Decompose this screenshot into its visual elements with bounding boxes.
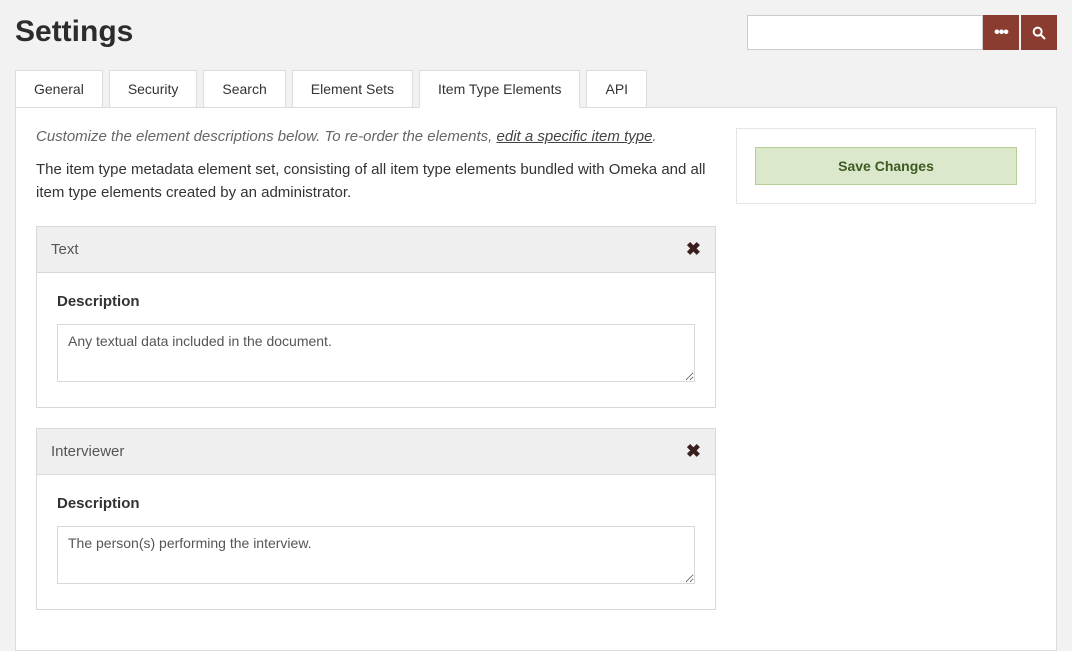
tab-security[interactable]: Security bbox=[109, 70, 198, 108]
close-icon[interactable]: ✖ bbox=[686, 239, 701, 260]
intro-body: The item type metadata element set, cons… bbox=[36, 159, 716, 204]
search-submit-button[interactable] bbox=[1021, 15, 1057, 50]
intro-tail: . bbox=[652, 128, 656, 145]
search-icon bbox=[1031, 25, 1047, 41]
close-icon[interactable]: ✖ bbox=[686, 441, 701, 462]
tab-general[interactable]: General bbox=[15, 70, 103, 108]
search-options-button[interactable]: ••• bbox=[983, 15, 1019, 50]
tabs: General Security Search Element Sets Ite… bbox=[0, 50, 1072, 108]
page-title: Settings bbox=[15, 15, 133, 49]
description-label: Description bbox=[57, 495, 695, 512]
save-panel: Save Changes bbox=[736, 128, 1036, 204]
description-textarea-interviewer[interactable] bbox=[57, 526, 695, 584]
tab-search[interactable]: Search bbox=[203, 70, 285, 108]
element-title: Text bbox=[51, 241, 79, 258]
edit-item-type-link[interactable]: edit a specific item type bbox=[497, 128, 653, 145]
tab-api[interactable]: API bbox=[586, 70, 647, 108]
search-group: ••• bbox=[747, 15, 1057, 50]
element-title: Interviewer bbox=[51, 443, 124, 460]
element-block-text: Text ✖ Description bbox=[36, 226, 716, 408]
element-block-interviewer: Interviewer ✖ Description bbox=[36, 428, 716, 610]
description-label: Description bbox=[57, 293, 695, 310]
search-input[interactable] bbox=[747, 15, 983, 50]
description-textarea-text[interactable] bbox=[57, 324, 695, 382]
save-changes-button[interactable]: Save Changes bbox=[755, 147, 1017, 185]
tab-element-sets[interactable]: Element Sets bbox=[292, 70, 413, 108]
tab-item-type-elements[interactable]: Item Type Elements bbox=[419, 70, 580, 108]
intro-lead-text: Customize the element descriptions below… bbox=[36, 128, 497, 145]
intro-lead: Customize the element descriptions below… bbox=[36, 128, 716, 145]
ellipsis-icon: ••• bbox=[994, 24, 1008, 42]
